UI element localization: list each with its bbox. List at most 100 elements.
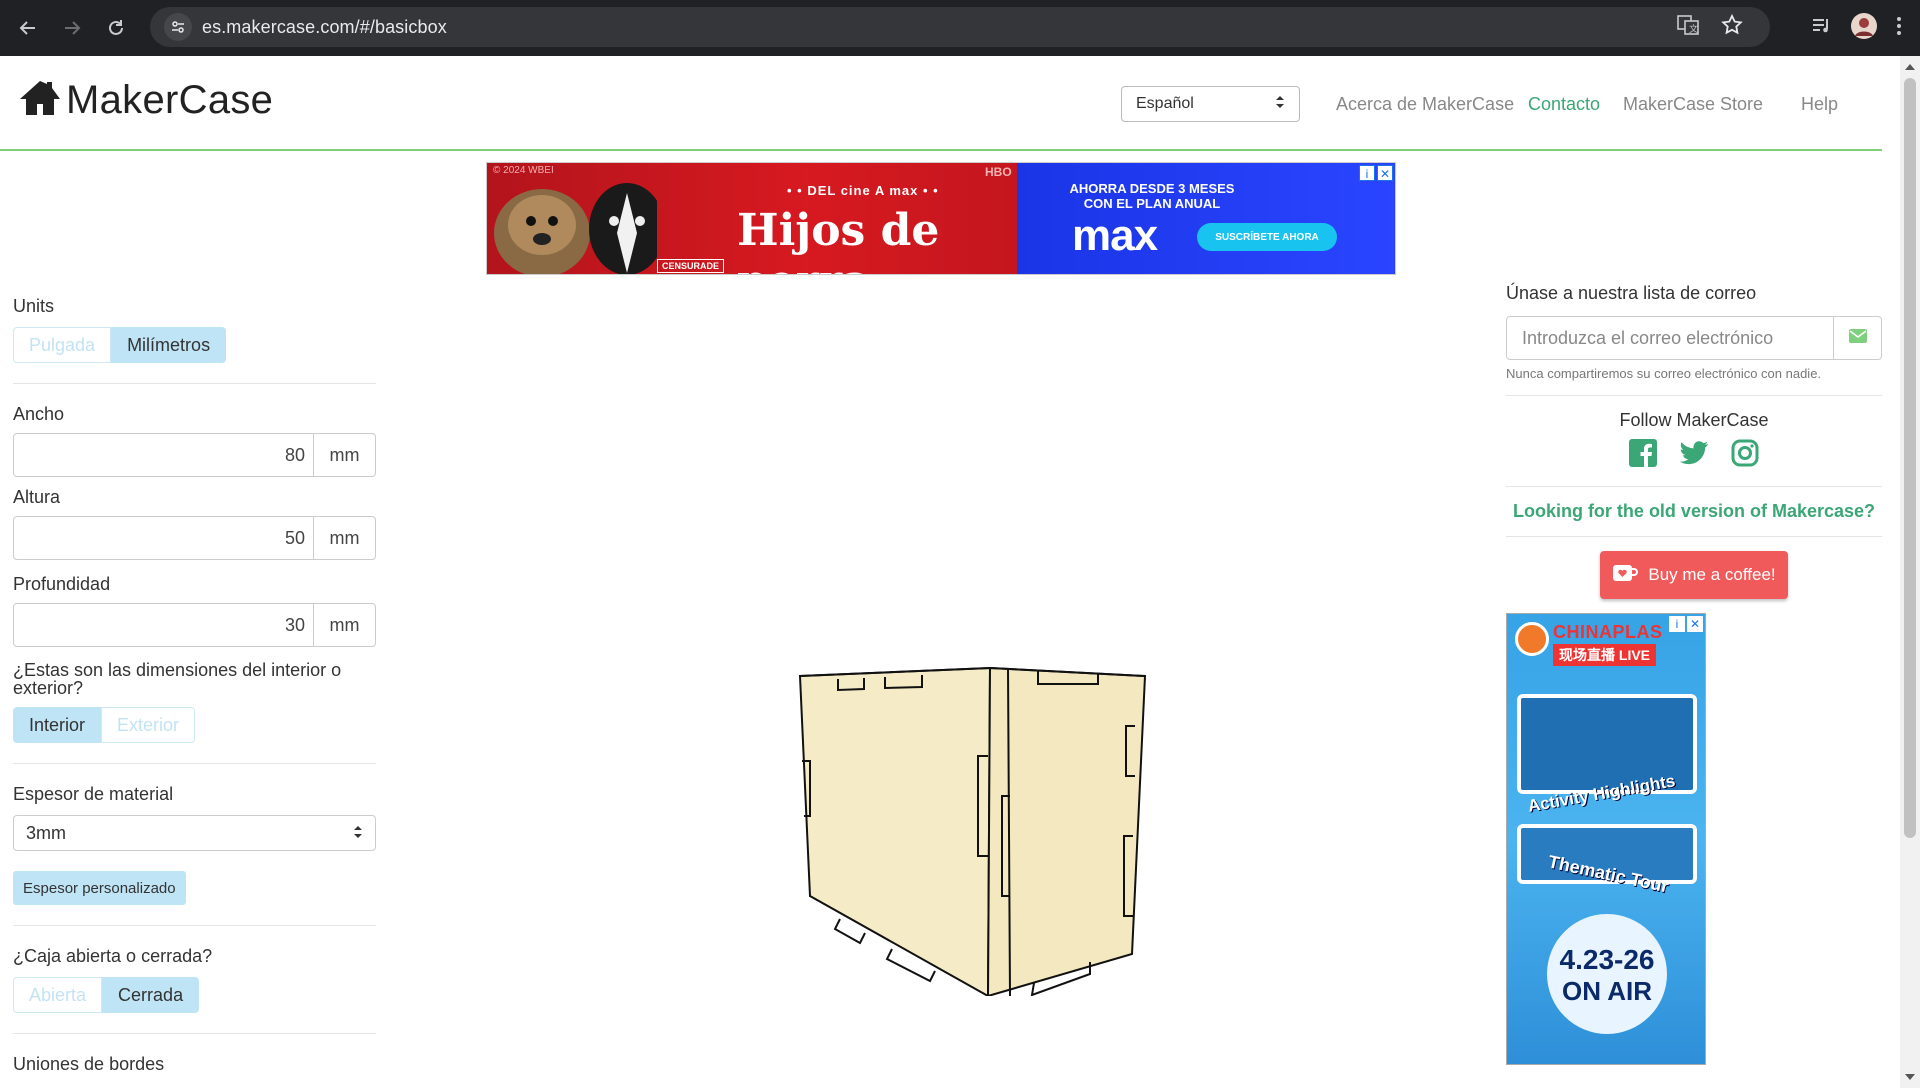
ad-info-icon[interactable]: i	[1359, 165, 1375, 181]
ad-title: Hijos de perra	[737, 205, 940, 274]
browser-menu-icon[interactable]	[1896, 15, 1902, 42]
ad-hbo: HBO	[985, 165, 1012, 179]
ad-stamp: CENSURADE	[657, 259, 725, 273]
scroll-down-icon[interactable]	[1905, 1074, 1915, 1080]
email-submit-button[interactable]	[1834, 316, 1882, 360]
follow-label: Follow MakerCase	[1619, 410, 1769, 430]
facebook-icon[interactable]	[1629, 439, 1657, 472]
depth-input[interactable]: 30	[13, 603, 314, 647]
ad-info-icon[interactable]: i	[1669, 616, 1685, 632]
email-form: Introduzca el correo electrónico	[1506, 316, 1882, 360]
ad-side-brand: CHINAPLAS	[1553, 622, 1663, 642]
nav-about[interactable]: Acerca de MakerCase	[1336, 94, 1514, 115]
height-input[interactable]: 50	[13, 516, 314, 560]
twitter-icon[interactable]	[1679, 439, 1709, 472]
height-unit: mm	[314, 516, 376, 560]
thickness-label: Espesor de material	[13, 784, 174, 804]
page: MakerCase Español Acerca de MakerCase Co…	[0, 56, 1900, 1088]
buy-me-a-coffee-button[interactable]: Buy me a coffee!	[1600, 551, 1788, 599]
height-field: 50 mm	[13, 516, 376, 560]
ad-dogs-image	[494, 183, 657, 274]
ad-close-icon[interactable]: ✕	[1377, 165, 1393, 181]
interior-button[interactable]: Interior	[13, 707, 102, 743]
ad-sidebar[interactable]: CHINAPLAS 现场直播 LIVE Activity Highlights …	[1506, 613, 1706, 1065]
edge-joints-label: Uniones de bordes	[13, 1054, 165, 1074]
email-input[interactable]: Introduzca el correo electrónico	[1506, 316, 1834, 360]
page-scrollbar[interactable]	[1900, 56, 1920, 1088]
depth-unit: mm	[314, 603, 376, 647]
divider	[13, 1033, 376, 1034]
translate-icon[interactable]: 文	[1676, 13, 1700, 42]
ad-controls: i ✕	[1359, 165, 1393, 181]
ad-side-logo-icon	[1515, 622, 1549, 656]
divider	[13, 925, 376, 926]
box-preview-canvas[interactable]	[780, 596, 1160, 998]
language-select[interactable]: Español	[1121, 86, 1300, 122]
box-type-toggle: Abierta Cerrada	[13, 977, 376, 1013]
ad-side-live: 现场直播 LIVE	[1553, 644, 1657, 666]
box-type-question: ¿Caja abierta o cerrada?	[13, 946, 213, 966]
instagram-icon[interactable]	[1731, 439, 1759, 472]
reload-icon[interactable]	[102, 14, 130, 42]
envelope-icon	[1848, 328, 1867, 348]
mailing-list-title: Únase a nuestra lista de correo	[1506, 283, 1757, 303]
ad-side-onair: ON AIR	[1561, 976, 1653, 1006]
profile-avatar-icon[interactable]	[1850, 12, 1878, 45]
ad-side-controls: i ✕	[1669, 616, 1703, 632]
sidebar-right: Únase a nuestra lista de correo Introduz…	[1506, 283, 1882, 1065]
old-version-link[interactable]: Looking for the old version of Makercase…	[1506, 501, 1882, 522]
divider	[1506, 486, 1882, 487]
units-inch-button[interactable]: Pulgada	[13, 327, 112, 363]
open-box-button[interactable]: Abierta	[13, 977, 103, 1013]
scroll-up-icon[interactable]	[1905, 64, 1915, 70]
ad-banner-top[interactable]: © 2024 WBEI CENSURADE • • DEL cine A max…	[486, 162, 1396, 275]
thickness-value: 3mm	[26, 822, 66, 843]
ad-offer-line1: AHORRA DESDE 3 MESES	[1069, 181, 1235, 196]
coffee-cup-icon	[1612, 563, 1639, 588]
site-header: MakerCase Español Acerca de MakerCase Co…	[0, 56, 1882, 151]
divider	[1506, 395, 1882, 396]
language-value: Español	[1136, 95, 1194, 112]
dimensions-toggle: Interior Exterior	[13, 707, 376, 743]
email-help-text: Nunca compartiremos su correo electrónic…	[1506, 366, 1822, 381]
site-settings-icon[interactable]	[164, 13, 192, 41]
dimensions-question: ¿Estas son las dimensiones del interior …	[13, 660, 342, 698]
address-bar[interactable]: es.makercase.com/#/basicbox 文	[150, 7, 1770, 47]
back-icon[interactable]	[14, 14, 42, 42]
units-mm-button[interactable]: Milímetros	[111, 327, 227, 363]
select-arrows-icon	[353, 823, 363, 844]
scrollbar-thumb[interactable]	[1904, 78, 1916, 838]
divider	[13, 383, 376, 384]
closed-box-button[interactable]: Cerrada	[102, 977, 200, 1013]
width-label: Ancho	[13, 404, 65, 424]
media-control-icon[interactable]	[1810, 15, 1832, 42]
width-field: 80 mm	[13, 433, 376, 477]
url-text[interactable]: es.makercase.com/#/basicbox	[202, 17, 447, 38]
exterior-button[interactable]: Exterior	[101, 707, 196, 743]
nav-store[interactable]: MakerCase Store	[1623, 94, 1763, 115]
logo[interactable]: MakerCase	[18, 78, 273, 123]
width-input[interactable]: 80	[13, 433, 314, 477]
forward-icon[interactable]	[58, 14, 86, 42]
nav-contact[interactable]: Contacto	[1528, 94, 1600, 115]
depth-label: Profundidad	[13, 574, 111, 594]
custom-thickness-button[interactable]: Espesor personalizado	[13, 871, 186, 905]
ad-cta-button[interactable]: SUSCRÍBETE AHORA	[1197, 223, 1337, 251]
ad-close-icon[interactable]: ✕	[1687, 616, 1703, 632]
ad-right-panel: AHORRA DESDE 3 MESES CON EL PLAN ANUAL m…	[1017, 163, 1395, 274]
ad-max-logo: max	[1072, 211, 1158, 260]
select-arrows-icon	[1275, 95, 1285, 114]
thickness-select[interactable]: 3mm	[13, 815, 376, 851]
width-unit: mm	[314, 433, 376, 477]
coffee-label: Buy me a coffee!	[1648, 565, 1776, 584]
box-3d-model[interactable]	[780, 596, 1160, 998]
divider	[13, 763, 376, 764]
nav-help[interactable]: Help	[1801, 94, 1838, 115]
bookmark-star-icon[interactable]	[1720, 13, 1744, 42]
svg-text:文: 文	[1689, 23, 1698, 35]
units-label: Units	[13, 296, 55, 316]
ad-side-dates: 4.23-26	[1559, 944, 1655, 975]
logo-text: MakerCase	[66, 78, 274, 122]
social-links	[1506, 439, 1882, 472]
ad-brand-line: • • DEL cine A max • •	[787, 183, 939, 198]
